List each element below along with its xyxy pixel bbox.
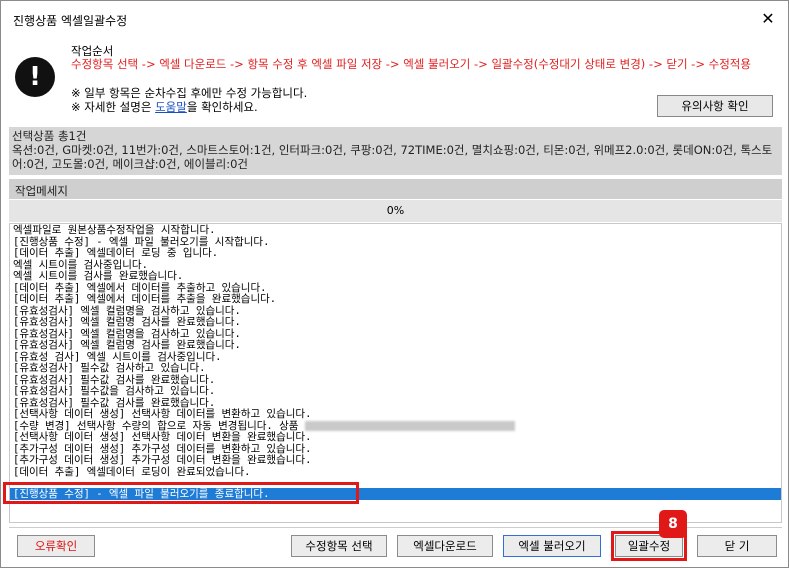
log-line: [유효성검사] 엑셀 컬럼명 검사를 완료했습니다. bbox=[13, 316, 241, 328]
work-order-panel: ! 작업순서 수정항목 선택 -> 엑셀 다운로드 -> 항목 수정 후 엑셀 … bbox=[11, 39, 781, 123]
log-line: [추가구성 데이터 생성] 추가구성 데이터 변환을 완료했습니다. bbox=[13, 454, 312, 466]
window-title: 진행상품 엑셀일괄수정 bbox=[13, 14, 128, 28]
messages-header: 작업메세지 bbox=[9, 179, 782, 199]
log-line: [선택사항 데이터 생성] 선택사항 데이터 변환을 완료했습니다. bbox=[13, 431, 312, 443]
log-line: 엑셀 시트이를 검사중입니다. bbox=[13, 258, 148, 271]
close-icon[interactable]: ✕ bbox=[758, 9, 778, 29]
log-line: [데이터 추출] 엑셀에서 데이터를 추출을 완료했습니다. bbox=[13, 293, 277, 305]
help-link[interactable]: 도움말 bbox=[155, 100, 187, 114]
log-line: [유효성검사] 엑셀 컬럼명을 검사하고 있습니다. bbox=[13, 304, 241, 317]
notice-button[interactable]: 유의사항 확인 bbox=[657, 95, 773, 117]
excel-load-button[interactable]: 엑셀 불러오기 bbox=[503, 535, 601, 557]
note-help-prefix: ※ 자세한 설명은 bbox=[71, 100, 156, 114]
log-line: [유효성검사] 필수값 검사를 완료했습니다. bbox=[13, 373, 216, 386]
log-line-text: [수량 변경] 선택사항 수량의 합으로 자동 변경됩니다. 상품 bbox=[13, 419, 299, 432]
selected-count: 선택상품 총1건 bbox=[12, 129, 87, 143]
error-check-button[interactable]: 오류확인 bbox=[17, 535, 95, 557]
step-badge: 8 bbox=[659, 510, 687, 538]
log-line: 엑셀파일로 원본상품수정작업을 시작합니다. bbox=[13, 224, 216, 236]
log-line: [데이터 추출] 엑셀데이터 로딩 중 입니다. bbox=[13, 247, 219, 259]
blurred-product-name bbox=[304, 420, 515, 431]
select-items-button[interactable]: 수정항목 선택 bbox=[291, 535, 387, 557]
log-line: [유효성검사] 엑셀 컬럼명 검사를 완료했습니다. bbox=[13, 339, 241, 351]
work-order-steps: 수정항목 선택 -> 엑셀 다운로드 -> 항목 수정 후 엑셀 파일 저장 -… bbox=[71, 57, 751, 71]
message-log[interactable]: 엑셀파일로 원본상품수정작업을 시작합니다. [진행상품 수정] - 엑셀 파일… bbox=[9, 223, 782, 523]
progress-bar: 0% bbox=[9, 200, 782, 222]
log-line: [수량 변경] 선택사항 수량의 합으로 자동 변경됩니다. 상품 bbox=[13, 420, 515, 432]
exclamation-icon: ! bbox=[15, 57, 55, 97]
log-line: [유효성검사] 엑셀 컬럼명을 검사하고 있습니다. bbox=[13, 327, 241, 340]
selection-summary: 선택상품 총1건 옥션:0건, G마켓:0건, 11번가:0건, 스마트스토어:… bbox=[9, 127, 782, 175]
log-line: [선택사항 데이터 생성] 선택사항 데이터를 변환하고 있습니다. bbox=[13, 408, 312, 420]
log-line: [데이터 추출] 엑셀에서 데이터를 추출하고 있습니다. bbox=[13, 281, 267, 294]
close-button[interactable]: 닫 기 bbox=[697, 535, 777, 557]
log-line: [유효성검사] 필수값 검사하고 있습니다. bbox=[13, 362, 206, 374]
log-line: [유효성검사] 필수값을 검사하고 있습니다. bbox=[13, 385, 216, 397]
note-help-suffix: 을 확인하세요. bbox=[186, 100, 258, 114]
log-line: [추가구성 데이터 생성] 추가구성 데이터를 변환하고 있습니다. bbox=[13, 442, 312, 455]
bulk-edit-dialog: 진행상품 엑셀일괄수정 ✕ ! 작업순서 수정항목 선택 -> 엑셀 다운로드 … bbox=[0, 0, 789, 568]
title-bar: 진행상품 엑셀일괄수정 ✕ bbox=[1, 1, 788, 35]
excel-download-button[interactable]: 엑셀다운로드 bbox=[397, 535, 493, 557]
note-help: ※ 자세한 설명은 도움말을 확인하세요. bbox=[71, 99, 258, 115]
progress-text: 0% bbox=[386, 204, 405, 217]
log-line: [진행상품 수정] - 엑셀 파일 불러오기를 시작합니다. bbox=[13, 235, 270, 248]
market-counts: 옥션:0건, G마켓:0건, 11번가:0건, 스마트스토어:1건, 인터파크:… bbox=[12, 143, 773, 171]
log-line: 엑셀 시트이를 검사를 완료했습니다. bbox=[13, 270, 184, 282]
log-line: [데이터 추출] 엑셀데이터 로딩이 완료되었습니다. bbox=[13, 465, 251, 478]
log-line: [유효성검사] 필수값 검사를 완료했습니다. bbox=[13, 396, 216, 409]
annotation-highlight-log bbox=[3, 482, 359, 504]
log-line: [유효성 검사] 엑셀 시트이를 검사중입니다. bbox=[13, 350, 222, 363]
